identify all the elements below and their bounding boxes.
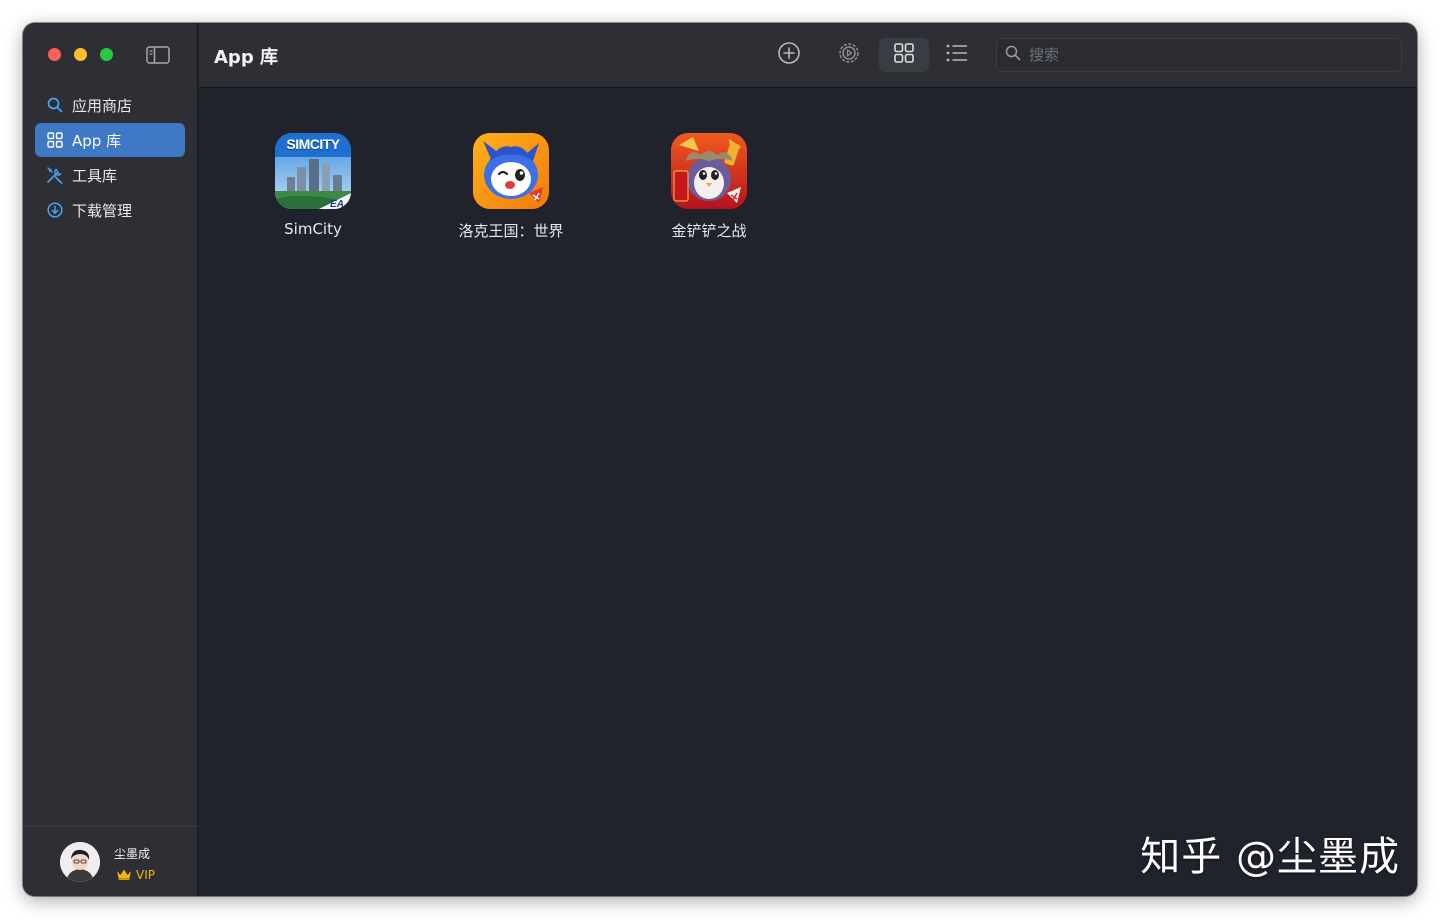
roco-kingdom-app-icon[interactable] [473,133,549,209]
crown-icon [116,865,132,884]
add-circle-icon [777,41,801,69]
sidebar: 应用商店 App 库 工具库 下载管理 尘墨成 VIP [23,23,198,896]
sidebar-item-app-library[interactable]: App 库 [35,123,185,157]
search-input[interactable] [1029,46,1389,64]
app-tile-tft[interactable]: 金铲铲之战 [634,133,784,241]
tools-icon [46,166,64,184]
grid-view-button[interactable] [879,38,929,72]
download-icon [46,201,64,219]
window-controls [48,48,113,61]
tft-app-icon[interactable] [671,133,747,209]
page-title: App 库 [214,47,278,68]
list-view-button[interactable] [932,38,982,72]
vip-label: VIP [136,867,155,882]
sidebar-item-label: 应用商店 [72,96,133,115]
vip-badge: VIP [116,865,155,884]
close-window-button[interactable] [48,48,61,61]
search-icon [1005,45,1021,65]
sidebar-item-app-store[interactable]: 应用商店 [35,88,185,122]
user-name: 尘墨成 [114,847,151,861]
sidebar-item-downloads[interactable]: 下载管理 [35,193,185,227]
app-name: SimCity [284,220,342,238]
search-icon [46,96,64,114]
list-view-icon [945,43,969,67]
settings-button[interactable] [824,38,874,72]
sidebar-nav: 应用商店 App 库 工具库 下载管理 [35,88,185,228]
search-box[interactable] [996,38,1402,72]
app-grid: EA SIMCITY SimCity 洛克王国：世界 金铲铲之战 知乎 @尘墨成 [199,89,1417,896]
simcity-logo-text: SIMCITY [286,136,340,152]
ea-badge: EA [330,199,344,209]
app-name: 洛克王国：世界 [458,222,564,240]
sidebar-item-label: 下载管理 [72,201,133,220]
app-window: 应用商店 App 库 工具库 下载管理 尘墨成 VIP App 库 搜索 EA … [23,23,1417,896]
sidebar-toggle-icon[interactable] [145,45,171,65]
app-tile-simcity[interactable]: EA SIMCITY SimCity [238,133,388,238]
app-name: 金铲铲之战 [671,222,747,240]
maximize-window-button[interactable] [100,48,113,61]
grid-view-icon [893,42,915,68]
sidebar-item-label: 工具库 [72,166,118,185]
sidebar-item-tools[interactable]: 工具库 [35,158,185,192]
watermark: 知乎 @尘墨成 [1140,834,1400,880]
avatar[interactable] [60,842,100,882]
grid-icon [46,131,64,149]
simcity-app-icon[interactable]: EA SIMCITY [275,133,351,209]
gear-icon [837,41,861,69]
add-button[interactable] [764,38,814,72]
toolbar: App 库 [199,23,1417,88]
minimize-window-button[interactable] [74,48,87,61]
user-panel[interactable]: 尘墨成 VIP [23,826,198,896]
sidebar-item-label: App 库 [72,131,122,150]
app-tile-roco-kingdom[interactable]: 洛克王国：世界 [436,133,586,241]
